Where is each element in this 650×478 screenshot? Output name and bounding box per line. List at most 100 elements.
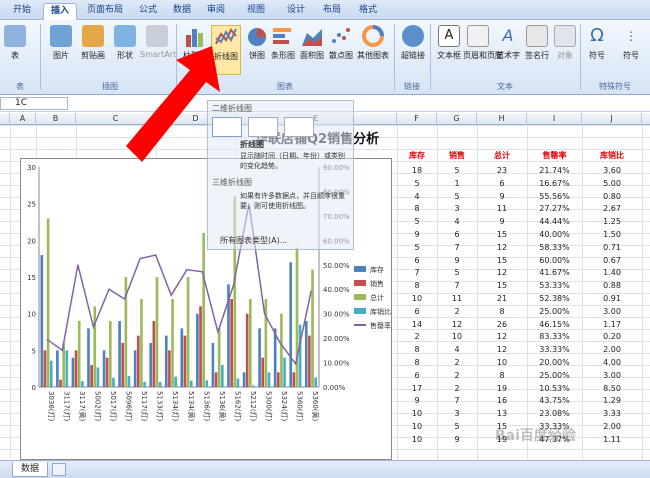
tab-home[interactable]: 开始 [2,3,42,20]
table-button[interactable]: 表 [0,25,30,75]
table-cell[interactable]: 15 [477,281,527,291]
table-cell[interactable]: 2 [437,307,477,317]
table-cell[interactable]: 10 [397,409,437,419]
table-cell[interactable]: 0.80 [582,192,642,202]
table-cell[interactable]: 5 [437,422,477,432]
table-cell[interactable]: 4 [437,217,477,227]
table-cell[interactable]: 5.00 [582,179,642,189]
new-sheet-button[interactable] [52,463,66,476]
table-cell[interactable]: 1 [437,179,477,189]
table-cell[interactable]: 3.33 [582,409,642,419]
table-cell[interactable]: 16 [477,396,527,406]
table-cell[interactable]: 9 [397,396,437,406]
table-cell[interactable]: 2 [437,358,477,368]
tab-review[interactable]: 审阅 [200,3,232,20]
table-cell[interactable]: 7 [437,396,477,406]
table-cell[interactable]: 10 [437,332,477,342]
table-cell[interactable]: 9 [437,435,477,445]
tab-design[interactable]: 设计 [280,3,312,20]
table-cell[interactable]: 10 [477,358,527,368]
percent-line-option[interactable] [284,117,314,137]
table-cell[interactable]: 0.91 [582,294,642,304]
table-cell[interactable]: 4 [437,345,477,355]
table-cell[interactable]: 8.50 [582,384,642,394]
table-cell[interactable]: 3.00 [582,307,642,317]
object-button[interactable]: 对象 [550,25,580,75]
table-cell[interactable]: 8 [397,358,437,368]
tab-data[interactable]: 数据 [166,3,198,20]
table-cell[interactable]: 83.33% [527,332,582,342]
tab-formulas[interactable]: 公式 [132,3,164,20]
table-cell[interactable]: 8 [397,345,437,355]
more-symbol-button[interactable]: ⋮ 符号 [616,25,646,75]
table-cell[interactable]: 2 [437,371,477,381]
name-box[interactable]: 1C [0,97,68,110]
table-cell[interactable]: 12 [437,320,477,330]
table-cell[interactable]: 2.00 [582,345,642,355]
tab-view[interactable]: 视图 [234,3,278,20]
table-cell[interactable]: 23 [477,166,527,176]
all-chart-types-link[interactable]: 所有图表类型(A)... [220,235,287,246]
table-cell[interactable]: 44.44% [527,217,582,227]
scatter-chart-button[interactable]: 散点图 [326,25,356,75]
table-cell[interactable]: 8 [477,371,527,381]
table-cell[interactable]: 9 [437,256,477,266]
table-cell[interactable]: 7 [437,281,477,291]
table-cell[interactable]: 12 [477,268,527,278]
table-cell[interactable]: 0.20 [582,332,642,342]
table-cell[interactable]: 7 [437,243,477,253]
table-cell[interactable]: 0.71 [582,243,642,253]
tab-insert[interactable]: 插入 [43,3,77,20]
table-cell[interactable]: 12 [477,332,527,342]
column-header[interactable]: G [437,113,477,125]
table-cell[interactable]: 33.33% [527,345,582,355]
table-cell[interactable]: 4.00 [582,358,642,368]
table-cell[interactable]: 2.67 [582,204,642,214]
table-cell[interactable]: 10 [397,435,437,445]
table-cell[interactable]: 5 [437,268,477,278]
table-cell[interactable]: 3 [437,204,477,214]
symbol-button[interactable]: Ω 符号 [582,25,612,75]
table-cell[interactable]: 0.67 [582,256,642,266]
table-cell[interactable]: 26 [477,320,527,330]
table-cell[interactable]: 46.15% [527,320,582,330]
table-cell[interactable]: 17 [397,384,437,394]
header-footer-button[interactable]: 页眉和页脚 [463,25,503,75]
table-cell[interactable]: 43.75% [527,396,582,406]
table-cell[interactable]: 1.11 [582,435,642,445]
table-cell[interactable]: 58.33% [527,243,582,253]
table-cell[interactable]: 20.00% [527,358,582,368]
table-cell[interactable]: 25.00% [527,371,582,381]
table-cell[interactable]: 2 [437,384,477,394]
table-cell[interactable]: 3.60 [582,166,642,176]
table-cell[interactable]: 5 [397,243,437,253]
textbox-button[interactable]: A 文本框 [434,25,464,75]
table-cell[interactable]: 1.29 [582,396,642,406]
column-header[interactable]: A [10,113,36,125]
table-cell[interactable]: 5 [397,179,437,189]
table-cell[interactable]: 21.74% [527,166,582,176]
tab-format[interactable]: 格式 [352,3,384,20]
column-header[interactable]: J [582,113,642,125]
table-cell[interactable]: 13 [477,409,527,419]
table-cell[interactable]: 25.00% [527,307,582,317]
table-cell[interactable]: 21 [477,294,527,304]
table-cell[interactable]: 1.40 [582,268,642,278]
table-cell[interactable]: 3 [437,409,477,419]
table-cell[interactable]: 8 [477,307,527,317]
table-cell[interactable]: 9 [397,230,437,240]
other-chart-button[interactable]: 其他图表 [356,25,390,75]
table-cell[interactable]: 55.56% [527,192,582,202]
table-cell[interactable]: 33.33% [527,422,582,432]
table-cell[interactable]: 6 [437,230,477,240]
table-cell[interactable]: 5 [437,192,477,202]
table-cell[interactable]: 6 [397,307,437,317]
stacked-line-option[interactable] [248,117,278,137]
table-cell[interactable]: 6 [477,179,527,189]
table-cell[interactable]: 19 [477,435,527,445]
table-cell[interactable]: 11 [437,294,477,304]
table-cell[interactable]: 15 [477,422,527,432]
table-cell[interactable]: 1.25 [582,217,642,227]
table-cell[interactable]: 47.37% [527,435,582,445]
table-cell[interactable]: 60.00% [527,256,582,266]
